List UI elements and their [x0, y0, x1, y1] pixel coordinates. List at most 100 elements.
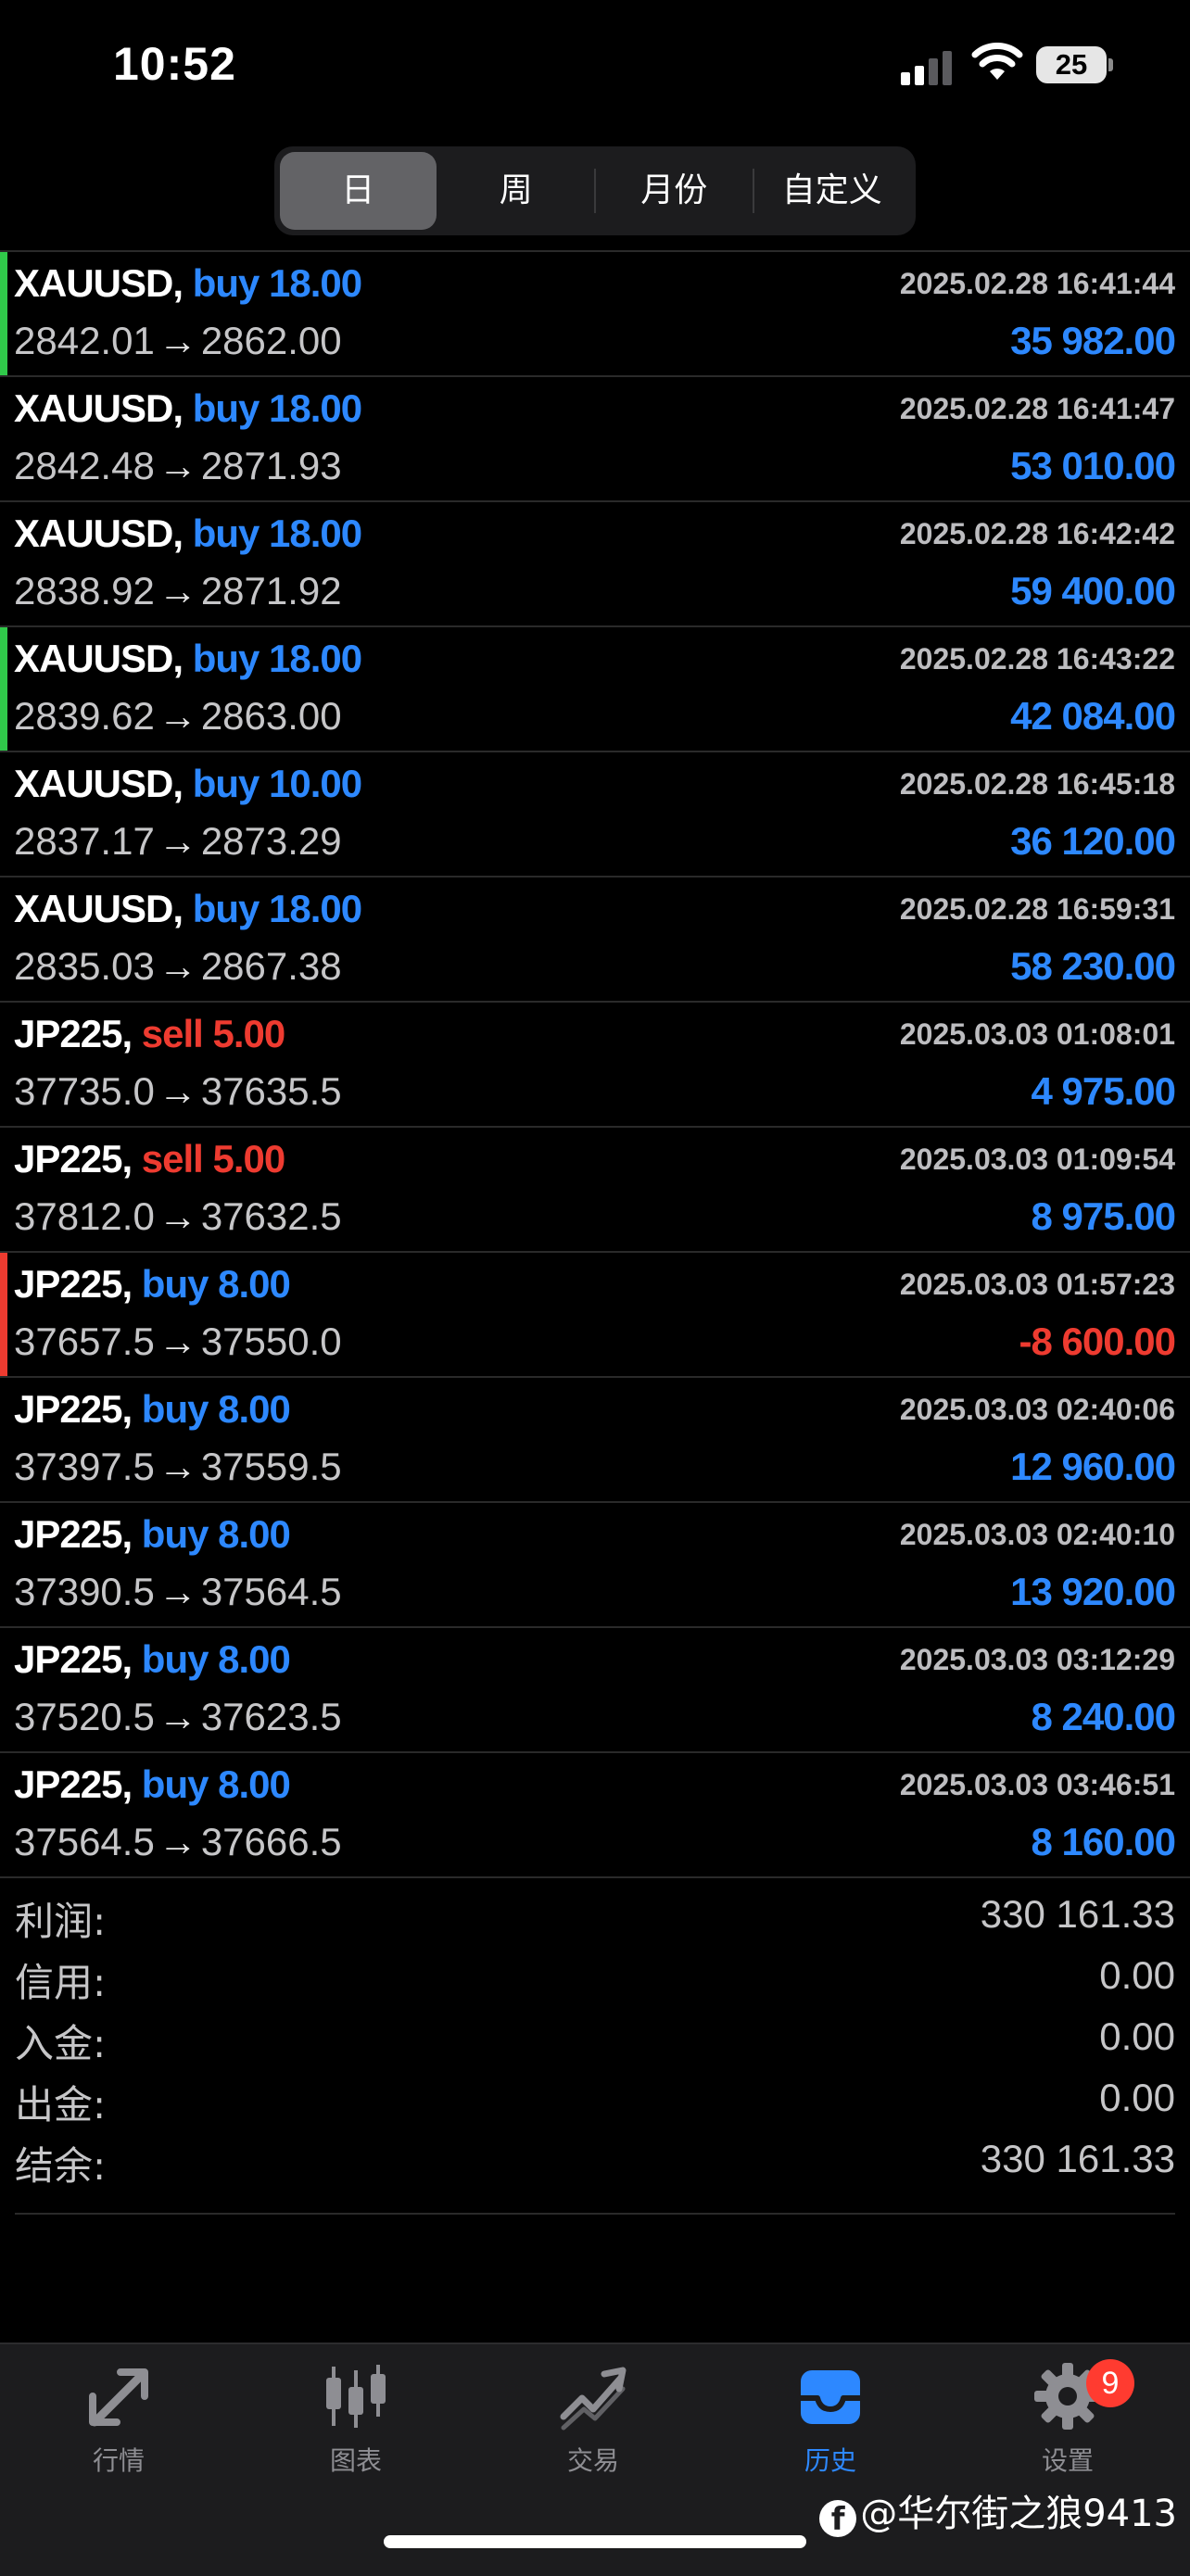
- deal-row[interactable]: XAUUSD, buy 18.00 2839.62→2863.00 2025.02.…: [0, 627, 1190, 752]
- battery-tip: [1108, 58, 1113, 71]
- deal-open-price: 2839.62: [14, 694, 155, 738]
- period-tab-week[interactable]: 周: [438, 152, 595, 230]
- deal-close-price: 37666.5: [200, 1820, 342, 1863]
- deal-profit: 8 160.00: [1031, 1820, 1176, 1863]
- deal-time: 2025.03.03 01:09:54: [899, 1143, 1175, 1176]
- arrow-right-icon: →: [158, 1194, 197, 1238]
- deal-volume: 8.00: [218, 1387, 291, 1431]
- arrow-right-icon: →: [158, 1069, 197, 1113]
- deal-profit: 13 920.00: [1010, 1570, 1176, 1613]
- deal-status-marker: [0, 252, 7, 375]
- battery-level: 25: [1055, 48, 1088, 81]
- deal-prices: 37735.0→37635.5: [14, 1069, 342, 1114]
- summary-profit-row: 利润: 330 161.33: [15, 1887, 1175, 1948]
- deal-row[interactable]: JP225, buy 8.00 37520.5→37623.5 2025.03.03…: [0, 1628, 1190, 1753]
- period-tab-day[interactable]: 日: [280, 152, 437, 230]
- period-tab-custom[interactable]: 自定义: [754, 152, 911, 230]
- deal-prices: 2838.92→2871.92: [14, 569, 342, 613]
- deal-time: 2025.03.03 01:57:23: [899, 1268, 1175, 1301]
- deal-profit: 59 400.00: [1010, 569, 1176, 612]
- deal-row[interactable]: JP225, buy 8.00 37657.5→37550.0 2025.03.03…: [0, 1253, 1190, 1378]
- deal-row[interactable]: JP225, buy 8.00 37564.5→37666.5 2025.03.03…: [0, 1753, 1190, 1878]
- arrow-right-icon: →: [158, 1820, 197, 1863]
- deal-profit: 8 240.00: [1031, 1695, 1176, 1738]
- deal-symbol: XAUUSD,: [14, 637, 184, 680]
- deal-symbol: JP225,: [14, 1137, 133, 1181]
- deal-prices: 37390.5→37564.5: [14, 1570, 342, 1614]
- summary-value: 330 161.33: [980, 1892, 1175, 1936]
- deal-profit: 53 010.00: [1010, 444, 1176, 487]
- summary-value: 0.00: [1099, 2076, 1175, 2119]
- candlestick-chart-icon: [326, 2365, 386, 2428]
- summary-label: 出金:: [15, 2082, 107, 2128]
- deal-close-price: 37632.5: [200, 1194, 342, 1238]
- deal-symbol: JP225,: [14, 1762, 133, 1806]
- deal-close-price: 2863.00: [200, 694, 342, 738]
- tab-quotes[interactable]: 行情: [0, 2344, 237, 2493]
- period-tab-month[interactable]: 月份: [596, 152, 753, 230]
- tab-charts[interactable]: 图表: [237, 2344, 475, 2493]
- deal-time: 2025.02.28 16:59:31: [899, 892, 1175, 926]
- deal-volume: 5.00: [212, 1012, 286, 1055]
- deal-time: 2025.03.03 02:40:10: [899, 1518, 1175, 1551]
- watermark: f @华尔街之狼9413: [819, 2483, 1177, 2538]
- deal-status-marker: [0, 627, 7, 751]
- deal-prices: 2837.17→2873.29: [14, 819, 342, 864]
- deal-status-marker: [0, 1503, 7, 1626]
- deal-side: buy: [141, 1262, 209, 1306]
- deal-open-price: 37735.0: [14, 1069, 155, 1113]
- deal-status-marker: [0, 502, 7, 625]
- deal-row[interactable]: JP225, buy 8.00 37390.5→37564.5 2025.03.03…: [0, 1503, 1190, 1628]
- tab-trade[interactable]: 交易: [475, 2344, 712, 2493]
- deal-row[interactable]: XAUUSD, buy 10.00 2837.17→2873.29 2025.02.…: [0, 752, 1190, 878]
- deal-volume: 18.00: [269, 511, 362, 555]
- deal-side: buy: [192, 762, 260, 805]
- tab-label: 交易: [566, 2445, 619, 2476]
- deal-title: JP225, buy 8.00: [14, 1387, 291, 1432]
- deal-row[interactable]: JP225, sell 5.00 37735.0→37635.5 2025.03.0…: [0, 1003, 1190, 1128]
- tab-label: 历史: [804, 2445, 856, 2476]
- deal-close-price: 2873.29: [200, 819, 342, 863]
- deal-close-price: 2867.38: [200, 944, 342, 988]
- cellular-signal-icon: [901, 51, 952, 85]
- tab-history[interactable]: 历史: [712, 2344, 949, 2493]
- deal-profit: 42 084.00: [1010, 694, 1176, 738]
- deal-profit: 4 975.00: [1031, 1069, 1176, 1113]
- settings-badge: 9: [1086, 2359, 1134, 2407]
- deal-close-price: 37559.5: [200, 1445, 342, 1488]
- deal-row[interactable]: XAUUSD, buy 18.00 2842.01→2862.00 2025.02.…: [0, 252, 1190, 377]
- deal-time: 2025.03.03 03:46:51: [899, 1768, 1175, 1801]
- deal-row[interactable]: JP225, buy 8.00 37397.5→37559.5 2025.03.03…: [0, 1378, 1190, 1503]
- account-summary: 利润: 330 161.33 信用: 0.00 入金: 0.00 出金: 0.0…: [15, 1887, 1175, 2215]
- deal-prices: 2842.01→2862.00: [14, 319, 342, 363]
- summary-label: 入金:: [15, 2021, 107, 2066]
- deal-open-price: 2837.17: [14, 819, 155, 863]
- wifi-icon: [971, 43, 1023, 80]
- deal-symbol: XAUUSD,: [14, 386, 184, 430]
- deal-volume: 18.00: [269, 637, 362, 680]
- home-indicator[interactable]: [384, 2535, 806, 2548]
- tab-label: 行情: [92, 2445, 145, 2476]
- deal-prices: 37520.5→37623.5: [14, 1695, 342, 1739]
- deal-profit: 12 960.00: [1010, 1445, 1176, 1488]
- tab-settings[interactable]: 9 设置: [949, 2344, 1186, 2493]
- deal-time: 2025.02.28 16:41:44: [899, 267, 1175, 300]
- deal-close-price: 2862.00: [200, 319, 342, 362]
- deal-title: XAUUSD, buy 10.00: [14, 762, 362, 806]
- summary-balance-row: 结余: 330 161.33: [15, 2131, 1175, 2192]
- arrow-right-icon: →: [158, 1445, 197, 1488]
- deal-row[interactable]: JP225, sell 5.00 37812.0→37632.5 2025.03.0…: [0, 1128, 1190, 1253]
- deal-symbol: JP225,: [14, 1387, 133, 1431]
- deal-side: sell: [141, 1012, 204, 1055]
- deal-status-marker: [0, 878, 7, 1001]
- arrow-right-icon: →: [158, 444, 197, 487]
- status-bar: 10:52 25: [0, 0, 1190, 130]
- deal-status-marker: [0, 1253, 7, 1376]
- deal-row[interactable]: XAUUSD, buy 18.00 2835.03→2867.38 2025.02.…: [0, 878, 1190, 1003]
- deal-prices: 2842.48→2871.93: [14, 444, 342, 488]
- period-segmented-control: 日 周 月份 自定义: [274, 146, 916, 235]
- deal-volume: 8.00: [218, 1262, 291, 1306]
- deal-side: buy: [141, 1387, 209, 1431]
- deal-row[interactable]: XAUUSD, buy 18.00 2838.92→2871.92 2025.02.…: [0, 502, 1190, 627]
- deal-row[interactable]: XAUUSD, buy 18.00 2842.48→2871.93 2025.02.…: [0, 377, 1190, 502]
